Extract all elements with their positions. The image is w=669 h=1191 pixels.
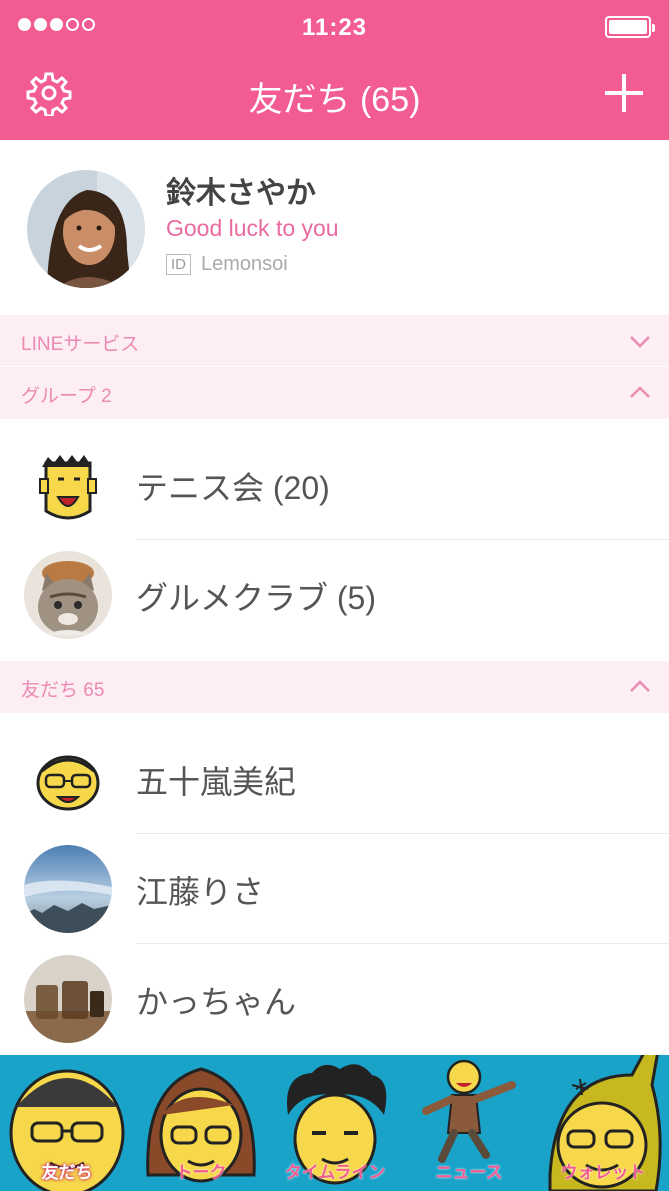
chevron-up-icon [630, 386, 650, 398]
status-bar: 11:23 [0, 0, 669, 52]
group-avatar [24, 441, 112, 529]
page-title: 友だち (65) [248, 81, 421, 119]
tab-label: タイムライン [284, 1163, 386, 1182]
group-avatar [24, 551, 112, 639]
group-row-tennis[interactable]: テニス会 (20) [0, 430, 669, 540]
friend-name: かっちゃん [136, 984, 297, 1020]
add-friend-button[interactable] [601, 70, 647, 116]
status-time: 11:23 [301, 14, 368, 41]
profile-avatar[interactable] [27, 170, 145, 288]
profile-id-value: Lemonsoi [201, 253, 288, 275]
tab-label: ニュース [435, 1163, 503, 1182]
bottom-tab-bar: 友だち トーク タイムライン ニュース ウォレット [0, 1055, 669, 1191]
friend-avatar [24, 735, 112, 823]
friend-row[interactable]: 江藤りさ [0, 834, 669, 944]
tab-label: ウォレット [560, 1163, 646, 1182]
tab-friends[interactable]: 友だち [0, 1055, 134, 1191]
tab-label: 友だち [41, 1163, 93, 1182]
tab-talk[interactable]: トーク [134, 1055, 268, 1191]
section-groups[interactable]: グループ 2 [0, 367, 669, 419]
friend-name: 江藤りさ [136, 874, 265, 910]
group-row-gourmet[interactable]: グルメクラブ (5) [0, 540, 669, 650]
group-name: テニス会 (20) [136, 470, 330, 506]
section-line-services[interactable]: LINEサービス [0, 315, 669, 367]
friend-avatar [24, 955, 112, 1043]
battery-icon [605, 16, 655, 38]
section-label: 友だち 65 [21, 680, 105, 701]
friend-avatar [24, 845, 112, 933]
profile-id: ID Lemonsoi [166, 253, 288, 276]
profile-status-message: Good luck to you [166, 215, 339, 241]
section-label: LINEサービス [21, 334, 140, 355]
tab-label: トーク [175, 1163, 227, 1182]
id-badge: ID [166, 254, 191, 275]
friend-row[interactable]: 五十嵐美紀 [0, 724, 669, 834]
app-header: 11:23 友だち (65) [0, 0, 669, 140]
chevron-down-icon [630, 336, 650, 348]
tab-timeline[interactable]: タイムライン [268, 1055, 402, 1191]
tab-news[interactable]: ニュース [402, 1055, 536, 1191]
tab-wallet[interactable]: ウォレット [536, 1055, 669, 1191]
friend-name: 五十嵐美紀 [136, 764, 297, 800]
section-label: グループ 2 [21, 386, 112, 407]
section-friends[interactable]: 友だち 65 [0, 661, 669, 713]
profile-name: 鈴木さやか [166, 177, 316, 210]
friend-row[interactable]: かっちゃん [0, 944, 669, 1054]
group-name: グルメクラブ (5) [136, 580, 377, 616]
chevron-up-icon [630, 680, 650, 692]
